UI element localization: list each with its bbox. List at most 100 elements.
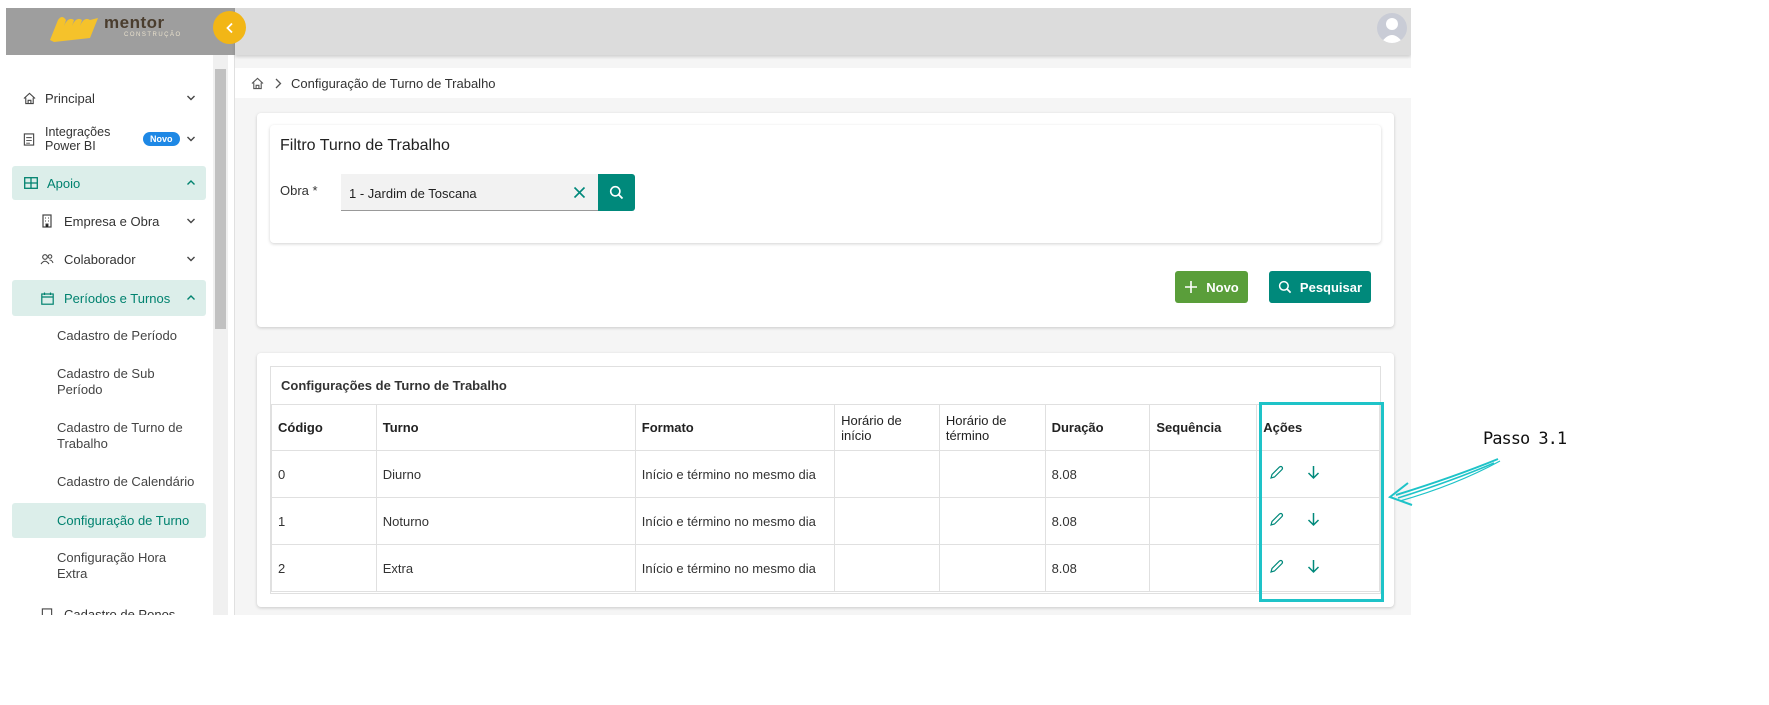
column-header-sequencia[interactable]: Sequência bbox=[1149, 404, 1258, 451]
logo-subtitle: CONSTRUÇÃO bbox=[124, 32, 182, 38]
sidebar-item-label: Principal bbox=[45, 90, 95, 106]
people-icon bbox=[40, 252, 54, 266]
sidebar-subitem-configuracao-turno[interactable]: Configuração de Turno bbox=[12, 503, 206, 538]
results-table-title: Configurações de Turno de Trabalho bbox=[281, 378, 507, 393]
novo-button[interactable]: Novo bbox=[1175, 271, 1248, 303]
obra-search-button[interactable] bbox=[598, 174, 635, 211]
grid-icon bbox=[24, 176, 38, 190]
user-avatar[interactable] bbox=[1377, 13, 1407, 43]
sidebar-item-principal[interactable]: Principal bbox=[12, 80, 206, 116]
results-table-wrapper: Configurações de Turno de Trabalho Códig… bbox=[270, 366, 1381, 594]
cell-formato: Início e término no mesmo dia bbox=[634, 497, 836, 545]
annotation-arrow-icon bbox=[1387, 458, 1501, 506]
cell-codigo: 2 bbox=[271, 544, 377, 592]
chevron-down-icon bbox=[187, 256, 195, 262]
sidebar-item-label: Integrações Power BI bbox=[45, 125, 111, 153]
chevron-down-icon bbox=[187, 95, 195, 101]
sidebar-scrollbar-thumb[interactable] bbox=[215, 69, 226, 329]
sidebar-subitem-configuracao-hora-extra[interactable]: Configuração Hora Extra bbox=[12, 546, 206, 586]
table-row: 2 Extra Início e término no mesmo dia 8.… bbox=[271, 544, 1380, 592]
cell-duracao: 8.08 bbox=[1044, 497, 1151, 545]
annotation-label: Passo 3.1 bbox=[1483, 429, 1567, 449]
column-header-turno[interactable]: Turno bbox=[375, 404, 636, 451]
obra-input[interactable]: 1 - Jardim de Toscana bbox=[341, 174, 599, 211]
column-header-duracao[interactable]: Duração bbox=[1044, 404, 1151, 451]
breadcrumb-current: Configuração de Turno de Trabalho bbox=[291, 75, 496, 91]
logo-text: mentor bbox=[104, 13, 165, 32]
search-icon bbox=[1278, 280, 1292, 294]
filter-card: Filtro Turno de Trabalho Obra * 1 - Jard… bbox=[257, 113, 1394, 327]
breadcrumb: Configuração de Turno de Trabalho bbox=[235, 68, 1411, 98]
sidebar-scrollbar[interactable] bbox=[213, 55, 228, 615]
cell-termino bbox=[938, 497, 1046, 545]
user-icon bbox=[1381, 18, 1403, 43]
chevron-down-icon bbox=[187, 136, 195, 142]
plus-icon bbox=[1185, 281, 1198, 293]
cell-termino bbox=[938, 450, 1046, 498]
cell-duracao: 8.08 bbox=[1044, 450, 1151, 498]
filter-title: Filtro Turno de Trabalho bbox=[280, 137, 450, 154]
table-row: 0 Diurno Início e término no mesmo dia 8… bbox=[271, 450, 1380, 498]
calendar-icon bbox=[40, 291, 54, 305]
cell-inicio bbox=[834, 544, 940, 592]
sidebar-item-label: Cadastro de Ponos bbox=[64, 606, 176, 616]
new-badge: Novo bbox=[143, 132, 180, 146]
table-row: 1 Noturno Início e término no mesmo dia … bbox=[271, 497, 1380, 545]
search-icon bbox=[609, 185, 624, 200]
sidebar-item-integracoes[interactable]: Integrações Power BI Novo bbox=[12, 119, 206, 159]
cell-turno: Diurno bbox=[375, 450, 636, 498]
chevron-down-icon bbox=[187, 218, 195, 224]
cell-termino bbox=[938, 544, 1046, 592]
cell-formato: Início e término no mesmo dia bbox=[634, 450, 836, 498]
sidebar: mentor CONSTRUÇÃO Principal Integrações … bbox=[6, 8, 235, 615]
top-bar bbox=[235, 8, 1411, 55]
column-header-horario-inicio[interactable]: Horário de início bbox=[834, 404, 940, 451]
novo-button-label: Novo bbox=[1206, 279, 1239, 295]
results-table: Código Turno Formato Horário de início H… bbox=[271, 404, 1380, 592]
document-icon bbox=[22, 132, 36, 146]
home-icon[interactable] bbox=[251, 77, 264, 90]
logo-mark-icon bbox=[50, 17, 98, 42]
obra-input-value: 1 - Jardim de Toscana bbox=[349, 186, 477, 201]
breadcrumb-separator-icon bbox=[274, 78, 282, 89]
annotation-highlight-box bbox=[1259, 402, 1384, 602]
sidebar-subitem-cadastro-turno-trabalho[interactable]: Cadastro de Turno de Trabalho bbox=[12, 416, 206, 456]
column-header-horario-termino[interactable]: Horário de término bbox=[938, 404, 1046, 451]
results-card: Configurações de Turno de Trabalho Códig… bbox=[257, 353, 1394, 607]
cell-codigo: 0 bbox=[271, 450, 377, 498]
home-icon bbox=[22, 91, 36, 105]
sidebar-item-periodos-turnos[interactable]: Períodos e Turnos bbox=[12, 280, 206, 316]
cell-duracao: 8.08 bbox=[1044, 544, 1151, 592]
sidebar-item-empresa-obra[interactable]: Empresa e Obra bbox=[12, 205, 206, 237]
app-screen: mentor CONSTRUÇÃO Principal Integrações … bbox=[6, 8, 1411, 615]
sidebar-item-apoio[interactable]: Apoio bbox=[12, 166, 206, 200]
chevron-up-icon bbox=[187, 180, 195, 185]
sidebar-subitem-cadastro-periodo[interactable]: Cadastro de Período bbox=[12, 320, 206, 352]
cell-inicio bbox=[834, 450, 940, 498]
chevron-left-icon bbox=[225, 22, 233, 33]
sidebar-subitem-cadastro-sub-periodo[interactable]: Cadastro de Sub Período bbox=[12, 362, 206, 402]
cell-sequencia bbox=[1149, 497, 1258, 545]
cell-formato: Início e término no mesmo dia bbox=[634, 544, 836, 592]
chevron-up-icon bbox=[187, 295, 195, 300]
clear-icon[interactable] bbox=[573, 186, 586, 199]
column-header-formato[interactable]: Formato bbox=[634, 404, 836, 451]
building-icon bbox=[40, 214, 54, 228]
sidebar-item-cut-off[interactable]: Cadastro de Ponos bbox=[12, 602, 206, 615]
sidebar-item-label: Períodos e Turnos bbox=[64, 290, 171, 306]
cell-turno: Noturno bbox=[375, 497, 636, 545]
cell-turno: Extra bbox=[375, 544, 636, 592]
logo-bar: mentor CONSTRUÇÃO bbox=[6, 8, 235, 55]
table-header-row: Código Turno Formato Horário de início H… bbox=[271, 404, 1380, 451]
cell-sequencia bbox=[1149, 450, 1258, 498]
cell-sequencia bbox=[1149, 544, 1258, 592]
collapse-sidebar-button[interactable] bbox=[213, 11, 246, 44]
pesquisar-button[interactable]: Pesquisar bbox=[1269, 271, 1371, 303]
obra-label: Obra * bbox=[280, 183, 318, 198]
sidebar-subitem-cadastro-calendario[interactable]: Cadastro de Calendário bbox=[12, 466, 206, 498]
sidebar-item-colaborador[interactable]: Colaborador bbox=[12, 243, 206, 275]
pesquisar-button-label: Pesquisar bbox=[1299, 279, 1363, 295]
column-header-codigo[interactable]: Código bbox=[271, 404, 377, 451]
cell-inicio bbox=[834, 497, 940, 545]
sidebar-item-label: Colaborador bbox=[64, 251, 136, 267]
